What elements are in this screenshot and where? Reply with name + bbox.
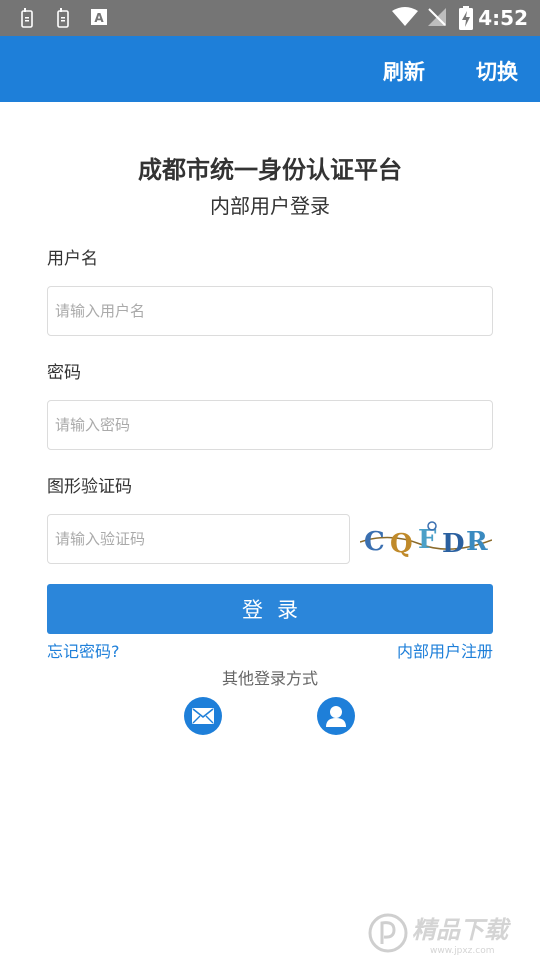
watermark-url: www.jpxz.com — [430, 946, 494, 956]
password-label: 密码 — [47, 363, 81, 383]
captcha-char: D — [442, 529, 465, 559]
captcha-input[interactable] — [47, 514, 350, 564]
app-bar: 刷新 切换 — [0, 36, 540, 102]
register-link[interactable]: 内部用户注册 — [397, 638, 493, 662]
captcha-image[interactable]: C Q F D R — [360, 514, 492, 564]
status-bar: A 4:52 — [0, 0, 540, 36]
watermark-text: 精品下载 — [412, 916, 512, 944]
watermark-logo: 精品下载 www.jpxz.com — [368, 913, 512, 956]
forgot-password-link[interactable]: 忘记密码? — [47, 638, 120, 662]
battery-charging-icon — [459, 6, 473, 30]
page-title: 成都市统一身份认证平台 — [138, 156, 402, 184]
account-login-button[interactable] — [317, 697, 355, 735]
sim-icon — [21, 8, 33, 28]
username-input[interactable] — [47, 286, 493, 336]
captcha-char: C — [364, 527, 385, 557]
mail-icon — [192, 708, 214, 724]
clock: 4:52 — [478, 6, 528, 30]
captcha-label: 图形验证码 — [47, 477, 132, 497]
switch-button[interactable]: 切换 — [476, 56, 518, 86]
captcha-char: R — [466, 527, 488, 557]
sim-icon — [57, 8, 69, 28]
captcha-char: Q — [390, 529, 413, 559]
svg-text:A: A — [94, 11, 104, 25]
username-label: 用户名 — [47, 249, 98, 269]
other-login-label: 其他登录方式 — [221, 669, 318, 688]
wifi-icon — [392, 7, 418, 26]
login-button[interactable]: 登录 — [47, 584, 493, 634]
user-icon — [326, 706, 346, 727]
page-subtitle: 内部用户登录 — [210, 194, 330, 218]
refresh-button[interactable]: 刷新 — [383, 56, 425, 86]
password-input[interactable] — [47, 400, 493, 450]
mail-login-button[interactable] — [184, 697, 222, 735]
text-icon: A — [91, 9, 107, 25]
no-signal-icon — [428, 8, 446, 26]
